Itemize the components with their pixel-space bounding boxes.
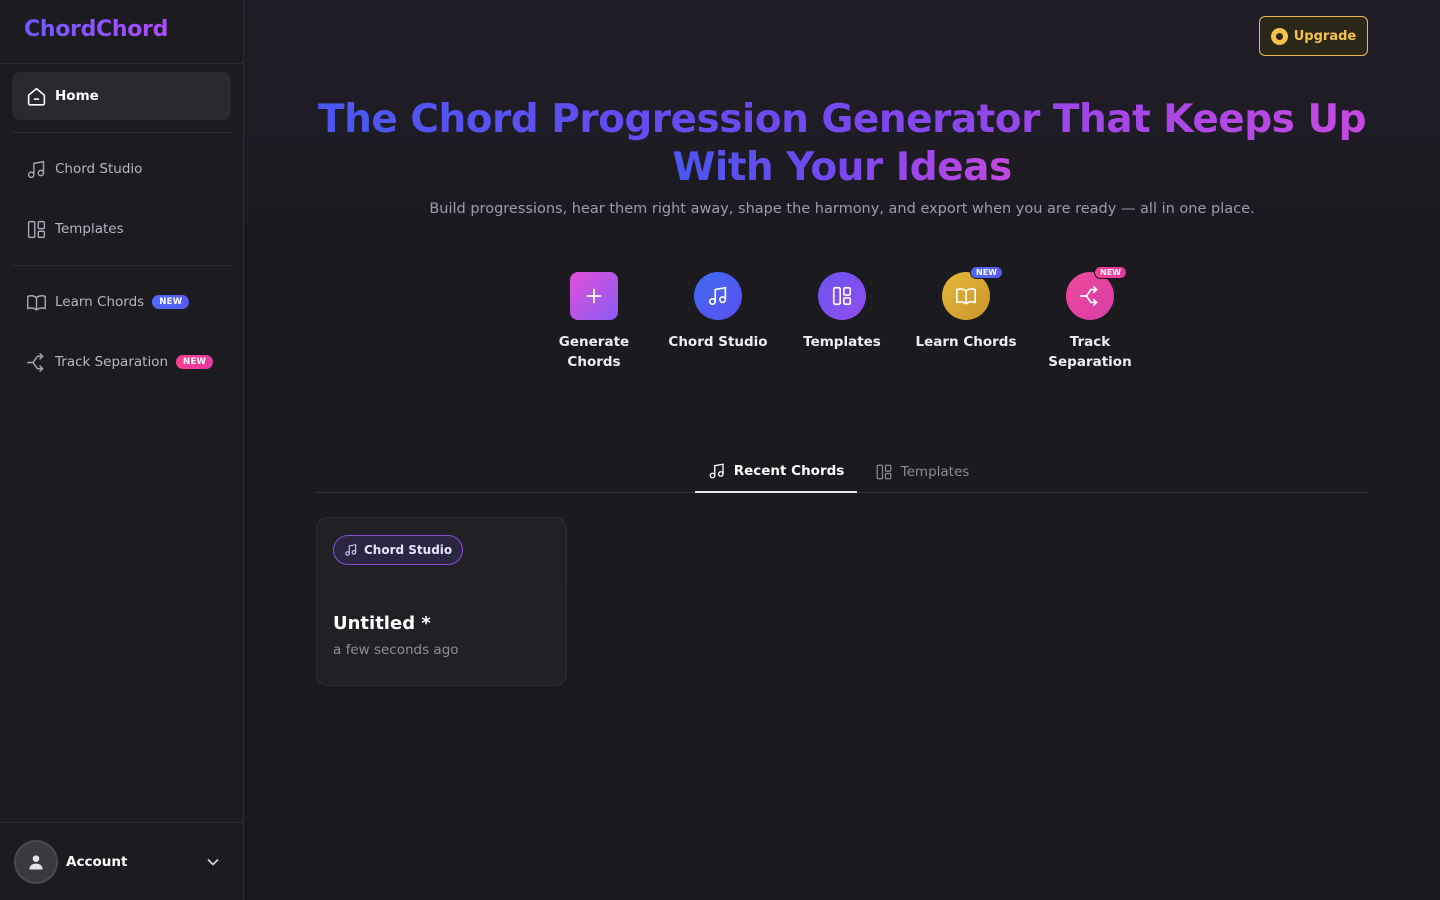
book-icon: [25, 291, 47, 313]
sidebar: ChordChord Home Chord Studio Templates L…: [0, 0, 244, 900]
tab-templates[interactable]: Templates: [857, 450, 987, 493]
layout-icon: [832, 286, 852, 306]
action-icon-tile: NEW: [942, 266, 1003, 320]
hero-title-line-1: The Chord Progression Generator That Kee…: [317, 97, 1367, 142]
action-chord-studio[interactable]: Chord Studio: [656, 272, 780, 352]
sidebar-item-chord-studio[interactable]: Chord Studio: [12, 145, 231, 193]
sidebar-divider: [0, 63, 243, 64]
action-generate-chords[interactable]: Generate Chords: [532, 272, 656, 372]
sidebar-item-label: Track Separation: [55, 354, 169, 370]
avatar: [14, 839, 58, 884]
action-track-separation[interactable]: NEW Track Separation: [1028, 266, 1152, 372]
upgrade-label: Upgrade: [1293, 28, 1357, 44]
sidebar-item-templates[interactable]: Templates: [12, 205, 231, 253]
hero-title-line-2: With Your Ideas: [672, 145, 1012, 190]
sidebar-item-track-separation[interactable]: Track Separation NEW: [12, 338, 231, 386]
action-icon-tile: [818, 272, 866, 320]
sidebar-divider: [12, 265, 231, 266]
account-menu[interactable]: Account: [0, 822, 243, 900]
music-note-icon: [25, 158, 47, 180]
chevron-down-icon: [207, 858, 219, 866]
new-badge: NEW: [970, 266, 1003, 279]
action-label: Chord Studio: [668, 334, 768, 350]
account-label: Account: [66, 853, 128, 870]
tab-label: Templates: [900, 463, 970, 480]
sidebar-item-label: Home: [55, 88, 99, 104]
layout-icon: [25, 218, 47, 240]
action-label: Generate Chords: [558, 334, 630, 370]
split-icon: [1080, 286, 1098, 306]
quick-actions: Generate Chords Chord Studio Templates NE…: [244, 266, 1440, 392]
new-badge: NEW: [152, 295, 190, 309]
card-title: Untitled *: [333, 613, 431, 634]
card-badge-label: Chord Studio: [364, 543, 453, 557]
new-badge: NEW: [176, 355, 214, 369]
action-icon-tile: [694, 272, 742, 320]
sidebar-item-label: Learn Chords: [55, 294, 145, 310]
hero-title: The Chord Progression Generator That Kee…: [304, 96, 1380, 192]
main-content: Upgrade The Chord Progression Generator …: [244, 0, 1440, 900]
coin-icon: [1270, 27, 1288, 45]
music-note-icon: [709, 462, 724, 478]
tab-label: Recent Chords: [733, 462, 845, 479]
sidebar-item-home[interactable]: Home: [12, 72, 231, 120]
action-learn-chords[interactable]: NEW Learn Chords: [904, 266, 1028, 352]
action-label: Track Separation: [1048, 334, 1132, 370]
action-label: Learn Chords: [915, 334, 1017, 350]
music-note-icon: [345, 544, 357, 556]
layout-icon: [876, 464, 892, 479]
content-tabs: Recent Chords Templates: [316, 450, 1368, 493]
tab-recent-chords[interactable]: Recent Chords: [695, 450, 857, 493]
app-logo[interactable]: ChordChord: [24, 17, 168, 47]
action-icon-tile: NEW: [1066, 266, 1127, 320]
card-timestamp: a few seconds ago: [333, 642, 459, 658]
sidebar-item-learn-chords[interactable]: Learn Chords NEW: [12, 278, 231, 326]
card-type-badge: Chord Studio: [333, 535, 464, 565]
recent-chord-card[interactable]: Chord Studio Untitled * a few seconds ag…: [316, 517, 567, 686]
plus-icon: [586, 288, 602, 304]
sidebar-item-label: Templates: [55, 221, 124, 237]
action-icon-tile: [570, 272, 618, 320]
home-icon: [25, 85, 47, 107]
upgrade-button[interactable]: Upgrade: [1259, 16, 1368, 56]
split-icon: [25, 351, 47, 373]
new-badge: NEW: [1094, 266, 1127, 279]
music-note-icon: [708, 286, 727, 306]
sidebar-item-label: Chord Studio: [55, 161, 143, 177]
action-templates[interactable]: Templates: [780, 272, 904, 352]
user-icon: [29, 854, 43, 869]
hero-subtitle: Build progressions, hear them right away…: [429, 201, 1255, 217]
book-icon: [956, 288, 976, 305]
action-label: Templates: [803, 334, 881, 350]
sidebar-divider: [12, 132, 231, 133]
